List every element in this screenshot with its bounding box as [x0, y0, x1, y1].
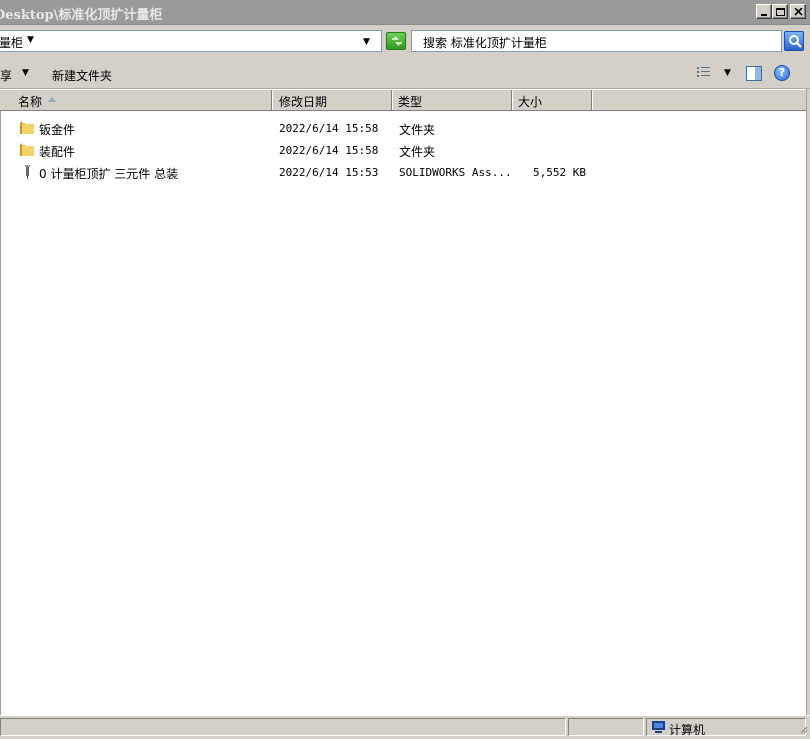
computer-icon: [652, 721, 665, 733]
file-row[interactable]: 0 计量柜顶扩 三元件 总装 2022/6/14 15:53 SOLIDWORK…: [1, 161, 807, 183]
resize-grip-icon[interactable]: [800, 726, 808, 734]
new-folder-button[interactable]: 新建文件夹: [52, 67, 112, 84]
vertical-scrollbar[interactable]: [806, 89, 810, 717]
status-pane: [0, 718, 566, 736]
column-header-row: 名称 修改日期 类型 大小: [0, 90, 806, 111]
status-zone-pane: 计算机: [646, 718, 806, 737]
solidworks-assembly-icon: [23, 164, 33, 183]
file-name: 装配件: [39, 145, 76, 159]
help-icon[interactable]: ?: [774, 65, 790, 81]
file-row[interactable]: 钣金件 2022/6/14 15:58 文件夹: [1, 117, 807, 139]
folder-icon: [19, 142, 35, 161]
preview-pane-button[interactable]: [746, 66, 762, 84]
share-button[interactable]: 享: [0, 67, 12, 84]
column-header-name[interactable]: 名称: [0, 90, 272, 110]
close-button[interactable]: [790, 4, 806, 19]
search-input[interactable]: 搜索 标准化顶扩计量柜: [411, 30, 782, 52]
address-path: 量柜: [0, 36, 24, 50]
search-icon: [789, 35, 802, 48]
column-header-type[interactable]: 类型: [392, 90, 512, 110]
search-button[interactable]: [784, 31, 804, 51]
file-row[interactable]: 装配件 2022/6/14 15:58 文件夹: [1, 139, 807, 161]
maximize-button[interactable]: [772, 4, 788, 19]
views-button[interactable]: [696, 66, 712, 83]
file-date: 2022/6/14 15:53: [279, 166, 379, 179]
status-zone-label: 计算机: [669, 723, 706, 737]
address-dropdown-icon[interactable]: ▼: [363, 37, 370, 47]
title-bar: Desktop\标准化顶扩计量柜: [0, 0, 810, 25]
breadcrumb-chevron-icon[interactable]: ▼: [27, 35, 34, 45]
refresh-icon: [392, 36, 402, 46]
status-bar: 计算机: [0, 715, 810, 739]
status-pane: [568, 718, 644, 736]
minimize-button[interactable]: [756, 4, 772, 19]
file-size: 5,552 KB: [533, 166, 586, 179]
file-date: 2022/6/14 15:58: [279, 122, 379, 135]
file-type: 文件夹: [399, 145, 436, 159]
toolbar: 享 ▼ 新建文件夹 ▼ ?: [0, 59, 810, 89]
views-dropdown-icon[interactable]: ▼: [724, 68, 731, 78]
search-placeholder: 搜索 标准化顶扩计量柜: [423, 36, 547, 50]
refresh-button[interactable]: [386, 32, 406, 50]
share-dropdown-icon[interactable]: ▼: [22, 68, 29, 78]
column-header-size[interactable]: 大小: [512, 90, 592, 110]
address-bar[interactable]: 量柜 ▼ ▼: [0, 30, 382, 52]
file-name: 钣金件: [39, 123, 76, 137]
column-header-date[interactable]: 修改日期: [272, 90, 392, 110]
file-name: 0 计量柜顶扩 三元件 总装: [39, 167, 179, 181]
sort-ascending-icon: [48, 97, 56, 102]
file-date: 2022/6/14 15:58: [279, 144, 379, 157]
details-view-icon: [697, 67, 710, 77]
file-list[interactable]: 钣金件 2022/6/14 15:58 文件夹 装配件 2022/6/14 15…: [0, 111, 806, 715]
file-type: SOLIDWORKS Ass...: [399, 166, 512, 179]
folder-icon: [19, 120, 35, 139]
window-title: Desktop\标准化顶扩计量柜: [0, 8, 163, 23]
file-type: 文件夹: [399, 123, 436, 137]
preview-pane-icon: [746, 66, 762, 81]
